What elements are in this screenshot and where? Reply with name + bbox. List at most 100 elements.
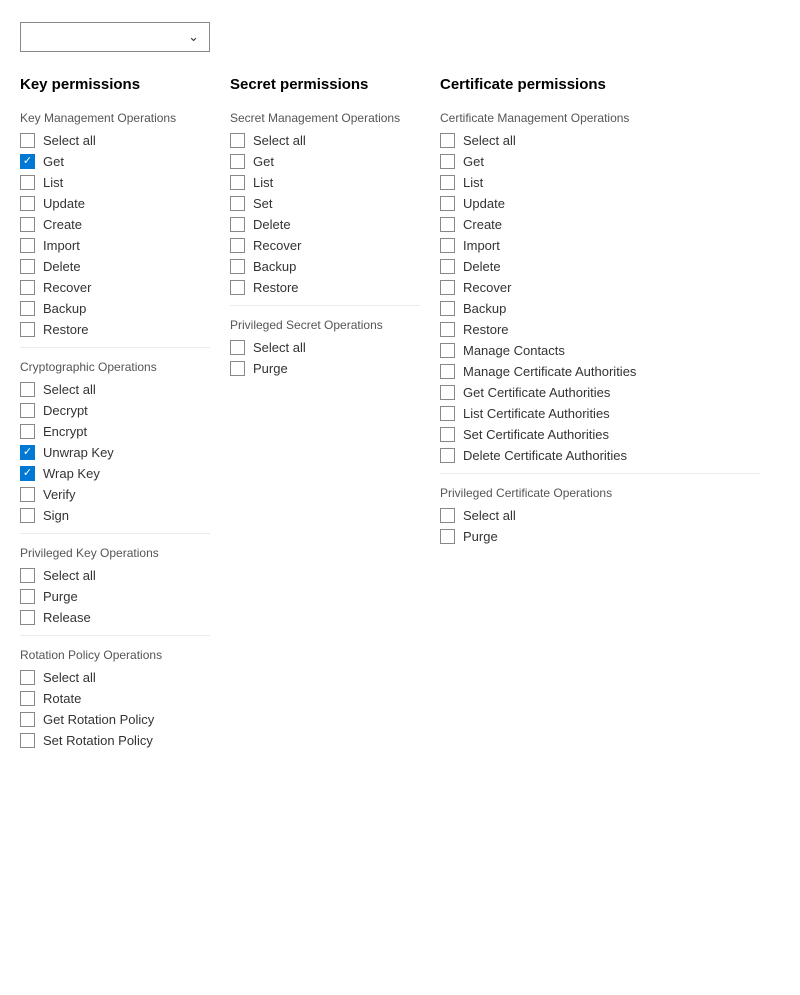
checkbox-km-delete[interactable]	[20, 259, 35, 274]
checkbox-km-selectall[interactable]	[20, 133, 35, 148]
checkbox-item-sm-delete[interactable]: Delete	[230, 217, 420, 232]
checkbox-sm-recover[interactable]	[230, 238, 245, 253]
checkbox-rp-rotate[interactable]	[20, 691, 35, 706]
checkbox-sm-backup[interactable]	[230, 259, 245, 274]
checkbox-km-get[interactable]	[20, 154, 35, 169]
checkbox-item-cm-create[interactable]: Create	[440, 217, 760, 232]
checkbox-cm-restore[interactable]	[440, 322, 455, 337]
checkbox-item-sm-selectall[interactable]: Select all	[230, 133, 420, 148]
checkbox-item-cr-unwrapkey[interactable]: Unwrap Key	[20, 445, 210, 460]
checkbox-pk-selectall[interactable]	[20, 568, 35, 583]
checkbox-item-cr-verify[interactable]: Verify	[20, 487, 210, 502]
checkbox-pc-selectall[interactable]	[440, 508, 455, 523]
checkbox-item-cm-managecontacts[interactable]: Manage Contacts	[440, 343, 760, 358]
checkbox-sm-restore[interactable]	[230, 280, 245, 295]
checkbox-item-cm-recover[interactable]: Recover	[440, 280, 760, 295]
checkbox-ps-selectall[interactable]	[230, 340, 245, 355]
checkbox-cm-delete[interactable]	[440, 259, 455, 274]
checkbox-item-pk-release[interactable]: Release	[20, 610, 210, 625]
checkbox-item-cm-deleteca[interactable]: Delete Certificate Authorities	[440, 448, 760, 463]
checkbox-rp-selectall[interactable]	[20, 670, 35, 685]
checkbox-sm-delete[interactable]	[230, 217, 245, 232]
checkbox-cm-getca[interactable]	[440, 385, 455, 400]
checkbox-item-cr-wrapkey[interactable]: Wrap Key	[20, 466, 210, 481]
checkbox-item-km-update[interactable]: Update	[20, 196, 210, 211]
checkbox-cr-wrapkey[interactable]	[20, 466, 35, 481]
checkbox-item-km-selectall[interactable]: Select all	[20, 133, 210, 148]
checkbox-item-pc-purge[interactable]: Purge	[440, 529, 760, 544]
checkbox-km-create[interactable]	[20, 217, 35, 232]
checkbox-item-pc-selectall[interactable]: Select all	[440, 508, 760, 523]
checkbox-item-cm-listca[interactable]: List Certificate Authorities	[440, 406, 760, 421]
checkbox-item-rp-selectall[interactable]: Select all	[20, 670, 210, 685]
checkbox-item-km-import[interactable]: Import	[20, 238, 210, 253]
checkbox-item-cm-update[interactable]: Update	[440, 196, 760, 211]
checkbox-item-cm-get[interactable]: Get	[440, 154, 760, 169]
checkbox-item-cm-setca[interactable]: Set Certificate Authorities	[440, 427, 760, 442]
checkbox-item-cm-getca[interactable]: Get Certificate Authorities	[440, 385, 760, 400]
checkbox-km-list[interactable]	[20, 175, 35, 190]
checkbox-cr-unwrapkey[interactable]	[20, 445, 35, 460]
checkbox-pc-purge[interactable]	[440, 529, 455, 544]
checkbox-km-import[interactable]	[20, 238, 35, 253]
checkbox-item-cr-decrypt[interactable]: Decrypt	[20, 403, 210, 418]
checkbox-cr-sign[interactable]	[20, 508, 35, 523]
checkbox-item-rp-getpolicy[interactable]: Get Rotation Policy	[20, 712, 210, 727]
checkbox-item-km-backup[interactable]: Backup	[20, 301, 210, 316]
checkbox-item-sm-recover[interactable]: Recover	[230, 238, 420, 253]
checkbox-item-cr-selectall[interactable]: Select all	[20, 382, 210, 397]
checkbox-item-ps-selectall[interactable]: Select all	[230, 340, 420, 355]
checkbox-item-km-recover[interactable]: Recover	[20, 280, 210, 295]
checkbox-item-cm-delete[interactable]: Delete	[440, 259, 760, 274]
checkbox-cr-selectall[interactable]	[20, 382, 35, 397]
checkbox-cm-recover[interactable]	[440, 280, 455, 295]
checkbox-item-sm-set[interactable]: Set	[230, 196, 420, 211]
checkbox-cm-backup[interactable]	[440, 301, 455, 316]
checkbox-sm-selectall[interactable]	[230, 133, 245, 148]
checkbox-item-pk-selectall[interactable]: Select all	[20, 568, 210, 583]
checkbox-item-pk-purge[interactable]: Purge	[20, 589, 210, 604]
checkbox-item-cm-list[interactable]: List	[440, 175, 760, 190]
checkbox-km-update[interactable]	[20, 196, 35, 211]
checkbox-sm-list[interactable]	[230, 175, 245, 190]
checkbox-item-sm-get[interactable]: Get	[230, 154, 420, 169]
checkbox-item-cm-selectall[interactable]: Select all	[440, 133, 760, 148]
template-dropdown[interactable]: ⌄	[20, 22, 210, 52]
checkbox-item-sm-backup[interactable]: Backup	[230, 259, 420, 274]
checkbox-item-sm-list[interactable]: List	[230, 175, 420, 190]
checkbox-item-cm-import[interactable]: Import	[440, 238, 760, 253]
checkbox-cm-deleteca[interactable]	[440, 448, 455, 463]
checkbox-item-cr-sign[interactable]: Sign	[20, 508, 210, 523]
checkbox-km-restore[interactable]	[20, 322, 35, 337]
checkbox-cm-import[interactable]	[440, 238, 455, 253]
checkbox-rp-setpolicy[interactable]	[20, 733, 35, 748]
checkbox-cm-update[interactable]	[440, 196, 455, 211]
checkbox-sm-set[interactable]	[230, 196, 245, 211]
checkbox-cr-verify[interactable]	[20, 487, 35, 502]
checkbox-item-cm-manageca[interactable]: Manage Certificate Authorities	[440, 364, 760, 379]
checkbox-cm-listca[interactable]	[440, 406, 455, 421]
checkbox-cm-managecontacts[interactable]	[440, 343, 455, 358]
checkbox-ps-purge[interactable]	[230, 361, 245, 376]
checkbox-cm-manageca[interactable]	[440, 364, 455, 379]
checkbox-item-km-create[interactable]: Create	[20, 217, 210, 232]
checkbox-item-km-restore[interactable]: Restore	[20, 322, 210, 337]
checkbox-item-cm-backup[interactable]: Backup	[440, 301, 760, 316]
checkbox-cr-encrypt[interactable]	[20, 424, 35, 439]
checkbox-cm-selectall[interactable]	[440, 133, 455, 148]
checkbox-item-km-list[interactable]: List	[20, 175, 210, 190]
checkbox-cm-list[interactable]	[440, 175, 455, 190]
checkbox-item-ps-purge[interactable]: Purge	[230, 361, 420, 376]
checkbox-item-rp-setpolicy[interactable]: Set Rotation Policy	[20, 733, 210, 748]
checkbox-item-cm-restore[interactable]: Restore	[440, 322, 760, 337]
checkbox-item-cr-encrypt[interactable]: Encrypt	[20, 424, 210, 439]
checkbox-rp-getpolicy[interactable]	[20, 712, 35, 727]
checkbox-item-km-get[interactable]: Get	[20, 154, 210, 169]
checkbox-pk-release[interactable]	[20, 610, 35, 625]
checkbox-sm-get[interactable]	[230, 154, 245, 169]
checkbox-km-backup[interactable]	[20, 301, 35, 316]
checkbox-item-sm-restore[interactable]: Restore	[230, 280, 420, 295]
checkbox-cm-get[interactable]	[440, 154, 455, 169]
checkbox-cm-create[interactable]	[440, 217, 455, 232]
checkbox-km-recover[interactable]	[20, 280, 35, 295]
